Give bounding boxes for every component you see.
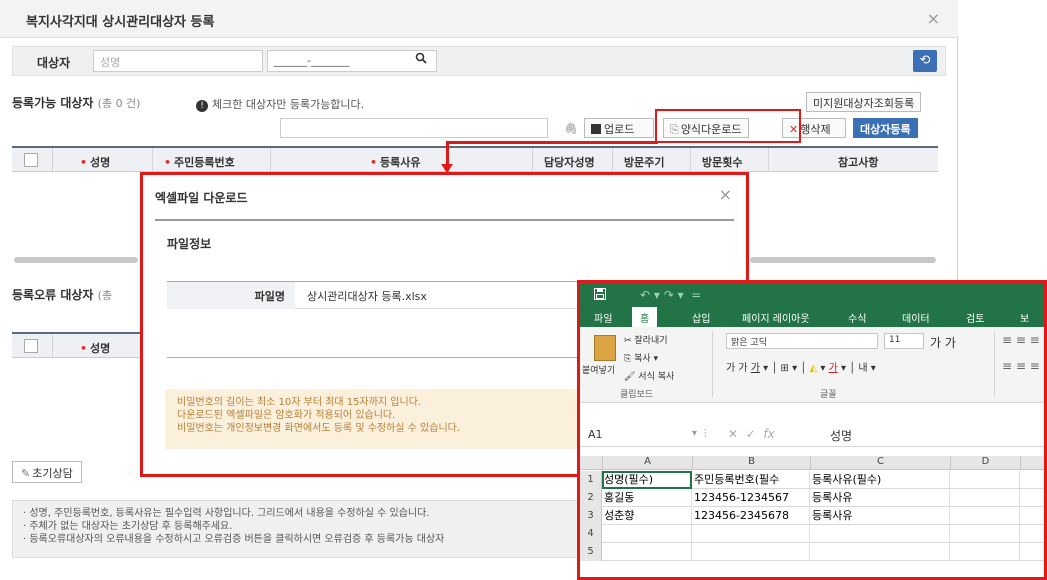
paste-label[interactable]: 붙여넣기 [582,363,615,376]
ribbon: 붙여넣기 ✂ 잘라내기 ⎘ 복사 ▾ 🖌 서식 복사 클립보드 맑은 고딕 11… [580,327,1044,403]
search-icon[interactable] [415,52,427,67]
table-row: 5 [580,543,1044,561]
col-ssn[interactable]: • 주민등록번호 [164,154,235,170]
formula-bar: A1 ▾ ⋮ ✕ ✓ fx 성명 [580,423,1044,447]
window-titlebar: 복지사각지대 상시관리대상자 등록 × [0,0,958,38]
error-title: 등록오류 대상자 (총 [12,288,113,302]
cut-button[interactable]: ✂ 잘라내기 [624,333,668,346]
align-icon[interactable]: ≡ ≡ ≡ [1002,333,1040,347]
col-header-c[interactable]: C [810,456,950,470]
col-visit-count[interactable]: 방문횟수 [702,154,742,170]
formula-cancel-icon[interactable]: ✕ ✓ fx [728,427,775,441]
copy-button[interactable]: ⎘ 복사 ▾ [624,351,658,364]
tab-insert[interactable]: 삽입 [692,310,710,325]
paste-icon[interactable] [594,335,616,361]
save-icon[interactable] [594,288,606,304]
modal-title: 엑셀파일 다운로드 [155,191,248,205]
search-bar: 대상자 성명 ______-_______ ⟲ [12,46,946,76]
register-target-button[interactable]: 대상자등록 [853,118,918,138]
horizontal-scrollbar[interactable] [14,257,138,263]
registerable-grid-header: • 성명 • 주민등록번호 • 등록사유 담당자성명 방문주기 방문횟수 참고사항 [12,146,938,172]
name-box[interactable]: A1 [588,428,603,441]
font-size-select[interactable]: 11 [884,333,924,349]
undo-icon[interactable]: ↶ ▾ ↷ ▾ = [640,288,701,302]
align-icon-2[interactable]: ≡ ≡ ≡ [1002,359,1040,373]
table-row: 2 홍길동 123456-1234567 등록사유 [580,489,1044,507]
tab-data[interactable]: 데이터 [902,310,930,325]
select-all-checkbox[interactable] [24,153,38,167]
tab-file[interactable]: 파일 [594,310,612,325]
ssn-input[interactable]: ______-_______ [267,50,437,72]
notice: ! 체크한 대상자만 등록가능합니다. [196,96,364,112]
col-header-a[interactable]: A [602,456,692,470]
name-input[interactable]: 성명 [93,50,263,72]
tab-view[interactable]: 보 [1020,310,1029,325]
close-icon[interactable]: × [927,9,940,28]
font-style-buttons[interactable]: 가 가 가 ▾ │ ⊞ ▾ │ ◭ ▾ 가 ▾ │ 내 ▾ [726,359,876,374]
table-row: 1 성명(필수) 주민등록번호(필수 등록사유(필수) [580,471,1044,489]
col-header-b[interactable]: B [692,456,810,470]
tab-review[interactable]: 검토 [966,310,984,325]
col-reason[interactable]: • 등록사유 [370,154,421,170]
grid-filter-input[interactable] [280,118,548,138]
col-header-d[interactable]: D [950,456,1020,470]
table-row: 4 [580,525,1044,543]
name-box-dropdown[interactable]: ▾ ⋮ [692,428,710,439]
highlight-box [655,109,801,143]
col-manager[interactable]: 담당자성명 [544,154,595,170]
formula-input[interactable]: 성명 [830,427,852,444]
close-icon[interactable]: × [719,185,732,204]
ribbon-tabs: 파일 홈 삽입 페이지 레이아웃 수식 데이터 검토 보 [580,307,1044,327]
error-select-all-checkbox[interactable] [24,339,38,353]
clipboard-group-label: 클립보드 [620,390,654,400]
font-grow-icon[interactable]: 가 가 [930,334,956,351]
refresh-icon[interactable]: ⟲ [913,50,937,72]
col-visit-cycle[interactable]: 방문주기 [624,154,664,170]
font-name-select[interactable]: 맑은 고딕 [726,333,878,349]
modal-section-title: 파일정보 [167,237,212,251]
highlight-connector [446,141,658,144]
window-title: 복지사각지대 상시관리대상자 등록 [26,15,215,30]
excel-window: ↶ ▾ ↷ ▾ = 파일 홈 삽입 페이지 레이아웃 수식 데이터 검토 보 붙… [577,280,1047,580]
tab-formulas[interactable]: 수식 [848,310,866,325]
file-name-value: 상시관리대상자 등록.xlsx [307,290,427,303]
tab-home[interactable]: 홈 [632,307,658,327]
column-headers: A B C D [580,456,1044,470]
initial-consult-button[interactable]: ✎ 초기상담 [12,461,82,483]
horizontal-scrollbar-right[interactable] [750,257,936,263]
excel-titlebar: ↶ ▾ ↷ ▾ = 파일 홈 삽입 페이지 레이아웃 수식 데이터 검토 보 [580,283,1044,327]
unsupported-lookup-button[interactable]: 미지원대상자조회등록 [806,92,922,112]
table-row: 3 성춘향 123456-2345678 등록사유 [580,507,1044,525]
info-icon: ! [196,100,208,112]
tab-layout[interactable]: 페이지 레이아웃 [742,310,810,325]
error-col-name[interactable]: • 성명 [80,340,110,356]
paperclip-icon: 🖇 [564,122,578,135]
registerable-title: 등록가능 대상자 (총 0 건) [12,96,141,110]
format-painter-button[interactable]: 🖌 서식 복사 [624,369,674,382]
upload-button[interactable]: 업로드 [584,118,654,138]
col-notes[interactable]: 참고사항 [838,154,878,170]
font-group-label: 글꼴 [820,390,837,400]
search-label: 대상자 [37,56,71,70]
file-name-label: 파일명 [167,282,295,309]
col-name[interactable]: • 성명 [80,154,110,170]
